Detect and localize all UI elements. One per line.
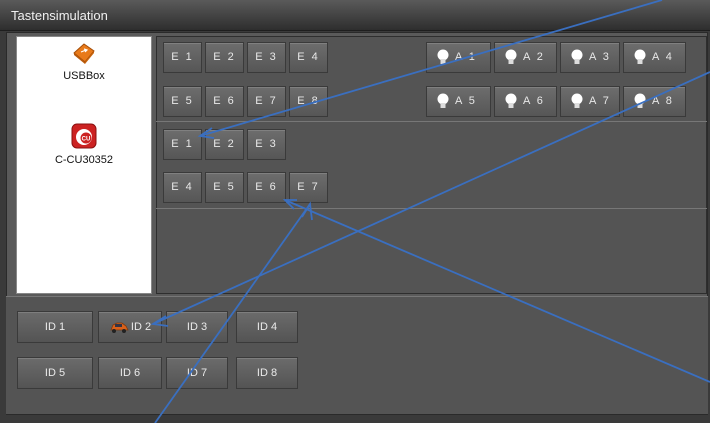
light-bulb-icon [571,49,583,65]
output-label: A 5 [455,95,477,107]
controller-id-button[interactable]: ID 5 [17,357,93,389]
title-bar: Tastensimulation [0,0,710,31]
usbbox-output-lamp[interactable]: A 2 [494,42,557,73]
output-label: A 7 [589,95,611,107]
ccu-input-button[interactable]: E 4 [163,172,202,203]
device-ccu[interactable]: CU C-CU30352 [17,123,151,166]
usbbox-output-lamp[interactable]: A 8 [623,86,686,117]
device-label-usbbox: USBBox [63,70,105,82]
io-panel [156,36,707,294]
usbbox-input-button[interactable]: E 3 [247,42,286,73]
ccu-input-button[interactable]: E 3 [247,129,286,160]
ccu-input-button[interactable]: E 7 [289,172,328,203]
usbbox-input-button[interactable]: E 8 [289,86,328,117]
usbbox-input-button[interactable]: E 4 [289,42,328,73]
ccu-input-button[interactable]: E 5 [205,172,244,203]
light-bulb-icon [505,49,517,65]
usbbox-input-button[interactable]: E 2 [205,42,244,73]
car-icon [110,322,129,334]
controller-id-button[interactable]: ID 4 [236,311,298,343]
output-label: A 3 [589,51,611,63]
light-bulb-icon [505,93,517,109]
device-list: USBBox CU C-CU30352 [16,36,152,294]
ccu-input-button[interactable]: E 6 [247,172,286,203]
output-label: A 6 [523,95,545,107]
usbbox-input-button[interactable]: E 7 [247,86,286,117]
output-label: A 1 [455,51,477,63]
ccu-input-button[interactable]: E 1 [163,129,202,160]
ccu-input-button[interactable]: E 2 [205,129,244,160]
section-divider [156,121,707,122]
light-bulb-icon [634,93,646,109]
light-bulb-icon [634,49,646,65]
section-divider [156,208,707,209]
controller-id-button[interactable]: ID 1 [17,311,93,343]
usbbox-output-lamp[interactable]: A 5 [426,86,491,117]
light-bulb-icon [437,49,449,65]
usbbox-output-lamp[interactable]: A 7 [560,86,620,117]
usbbox-output-lamp[interactable]: A 6 [494,86,557,117]
controller-id-button[interactable]: ID 7 [166,357,228,389]
usbbox-input-button[interactable]: E 6 [205,86,244,117]
usbbox-input-button[interactable]: E 5 [163,86,202,117]
usbbox-output-lamp[interactable]: A 4 [623,42,686,73]
cu-logo-icon: CU [71,123,97,149]
svg-text:CU: CU [82,137,91,143]
output-label: A 2 [523,51,545,63]
light-bulb-icon [437,93,449,109]
controller-id-label: ID 2 [130,321,152,333]
controller-id-button[interactable]: ID 6 [98,357,162,389]
controller-id-button[interactable]: ID 2 [98,311,162,343]
output-label: A 8 [652,95,674,107]
window-title: Tastensimulation [11,8,108,23]
usbbox-input-button[interactable]: E 1 [163,42,202,73]
device-usbbox[interactable]: USBBox [17,41,151,82]
usb-box-icon [73,43,95,64]
controller-id-button[interactable]: ID 3 [166,311,228,343]
usbbox-output-lamp[interactable]: A 1 [426,42,491,73]
output-label: A 4 [652,51,674,63]
controller-id-button[interactable]: ID 8 [236,357,298,389]
light-bulb-icon [571,93,583,109]
device-label-ccu: C-CU30352 [54,154,114,166]
usbbox-output-lamp[interactable]: A 3 [560,42,620,73]
